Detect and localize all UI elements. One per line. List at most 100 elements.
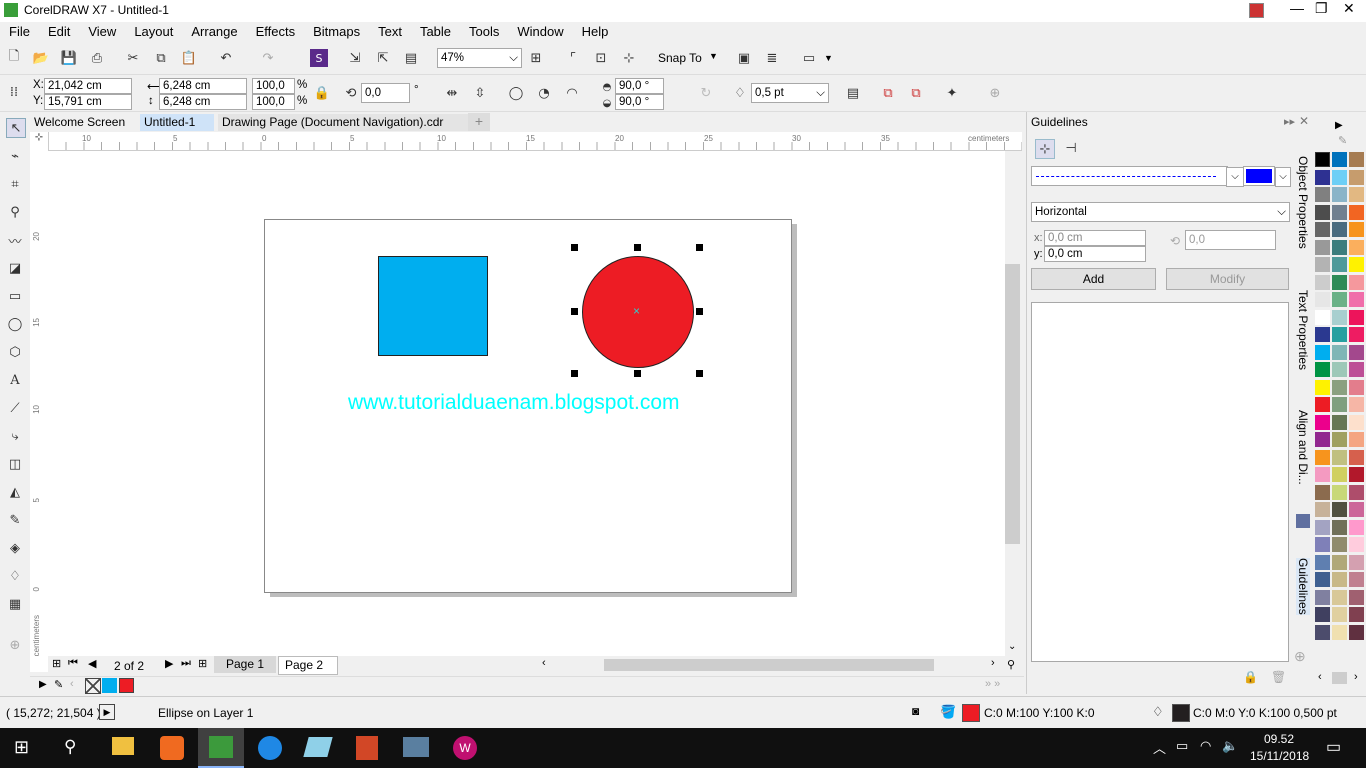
tab-welcome-screen[interactable]: Welcome Screen: [30, 114, 129, 131]
status-expand-icon[interactable]: ▶: [99, 704, 115, 720]
rectangle-tool-icon[interactable]: ▭: [6, 287, 24, 305]
palette-swatch[interactable]: [1315, 204, 1330, 220]
palette-swatch[interactable]: [1349, 292, 1364, 307]
guideline-lock-icon[interactable]: ⊣: [1062, 139, 1080, 157]
line-style-arrow-icon[interactable]: ⌵: [1226, 167, 1244, 187]
palette-swatch[interactable]: [1315, 607, 1330, 622]
ruler-origin[interactable]: ⊹: [30, 132, 49, 151]
palette-swatch[interactable]: [1349, 274, 1364, 290]
palette-swatch[interactable]: [1332, 379, 1347, 395]
vertical-scroll-thumb[interactable]: [1005, 264, 1020, 544]
palette-swatch[interactable]: [1315, 169, 1330, 185]
palette-swatch[interactable]: [1349, 327, 1364, 342]
no-color-swatch[interactable]: [85, 678, 101, 694]
doc-swatch-blue[interactable]: [102, 678, 117, 693]
palette-swatch[interactable]: [1315, 222, 1330, 237]
orientation-select[interactable]: Horizontal ⌵: [1031, 202, 1290, 222]
to-front-icon[interactable]: ⧉: [879, 84, 897, 102]
palette-swatch[interactable]: [1315, 537, 1330, 552]
pick-tool-icon[interactable]: ↖: [6, 118, 26, 138]
palette-swatch[interactable]: [1332, 467, 1347, 482]
palette-swatch[interactable]: [1332, 484, 1347, 500]
palette-swatch[interactable]: [1349, 187, 1364, 202]
palette-swatch[interactable]: [1332, 537, 1347, 552]
drop-shadow-icon[interactable]: ◫: [6, 455, 24, 473]
outline-color-swatch[interactable]: [1172, 704, 1190, 722]
freehand-tool-icon[interactable]: 〰: [6, 231, 24, 250]
transparency-icon[interactable]: ◭: [6, 483, 24, 501]
menu-table[interactable]: Table: [420, 24, 451, 39]
snap-to-arrow-icon[interactable]: ▼: [709, 51, 718, 61]
palette-scroll-right-icon[interactable]: ›: [1354, 671, 1358, 683]
text-tool-icon[interactable]: A: [6, 371, 24, 389]
palette-swatch[interactable]: [1332, 362, 1347, 377]
fill-bucket-icon[interactable]: 🪣: [940, 704, 956, 720]
palette-swatch[interactable]: [1349, 502, 1364, 517]
palette-swatch[interactable]: [1315, 554, 1330, 570]
side-tab-text-properties[interactable]: Text Properties: [1296, 290, 1310, 370]
palette-swatch[interactable]: [1349, 152, 1364, 167]
palette-swatch[interactable]: [1349, 607, 1364, 622]
guide-angle-field[interactable]: 0,0: [1185, 230, 1276, 250]
snap-to-dropdown[interactable]: Snap To: [658, 51, 702, 65]
sync-app-icon[interactable]: [258, 736, 282, 760]
selection-handle[interactable]: [634, 244, 641, 251]
selection-handle[interactable]: [571, 308, 578, 315]
smart-fill-icon[interactable]: ◪: [6, 259, 24, 277]
coreldraw-taskbar-button[interactable]: [198, 728, 244, 768]
minimize-button[interactable]: —: [1290, 0, 1304, 16]
scroll-right-icon[interactable]: ›: [991, 657, 995, 669]
line-style-select[interactable]: [1031, 166, 1228, 186]
menu-bitmaps[interactable]: Bitmaps: [313, 24, 360, 39]
palette-scroll-right-icon[interactable]: » »: [985, 678, 1000, 690]
palette-swatch[interactable]: [1332, 222, 1347, 237]
guidelines-list[interactable]: [1031, 302, 1289, 662]
palette-swatch[interactable]: [1315, 502, 1330, 517]
mirror-vertical-icon[interactable]: ⇳: [471, 84, 489, 102]
side-tab-add-icon[interactable]: ⊕: [1294, 648, 1306, 665]
palette-swatch[interactable]: [1332, 239, 1347, 255]
menu-view[interactable]: View: [88, 24, 116, 39]
close-button[interactable]: ✕: [1343, 0, 1355, 17]
notifications-icon[interactable]: ▭: [1326, 737, 1341, 757]
palette-swatch[interactable]: [1315, 519, 1330, 535]
palette-swatch[interactable]: [1349, 624, 1364, 640]
side-tab-guidelines[interactable]: Guidelines: [1296, 558, 1310, 615]
cut-icon[interactable]: ✂: [124, 49, 142, 67]
palette-swatch[interactable]: [1332, 624, 1347, 640]
next-page-icon[interactable]: ▶: [165, 657, 173, 670]
palette-swatch[interactable]: [1349, 344, 1364, 360]
palette-scroll-thumb[interactable]: [1332, 672, 1347, 684]
lock-ratio-icon[interactable]: 🔒: [313, 84, 331, 102]
new-tab-icon[interactable]: +: [468, 113, 490, 131]
palette-swatch[interactable]: [1332, 554, 1347, 570]
parallel-dimension-icon[interactable]: ⟋: [6, 399, 24, 417]
pie-mode-icon[interactable]: ◔: [535, 84, 553, 102]
add-icon[interactable]: ⊕: [986, 84, 1004, 102]
guide-delete-icon[interactable]: 🗑: [1271, 670, 1286, 684]
palette-swatch[interactable]: [1349, 309, 1364, 325]
palette-swatch[interactable]: [1315, 309, 1330, 325]
palette-swatch[interactable]: [1349, 397, 1364, 412]
docker-expand-icon[interactable]: ▸▸: [1284, 115, 1295, 128]
selection-handle[interactable]: [696, 244, 703, 251]
selection-handle[interactable]: [571, 370, 578, 377]
vertical-scrollbar[interactable]: ⌄: [1005, 151, 1022, 656]
color-styles-icon[interactable]: [1296, 514, 1310, 528]
palette-scroll-left-icon[interactable]: ‹: [1318, 671, 1322, 683]
palette-swatch[interactable]: [1332, 292, 1347, 307]
guide-y-field[interactable]: 0,0 cm: [1044, 246, 1146, 262]
options-icon[interactable]: ▣: [735, 49, 753, 67]
palette-swatch[interactable]: [1349, 379, 1364, 395]
save-icon[interactable]: 💾: [60, 49, 78, 67]
palette-swatch[interactable]: [1332, 449, 1347, 465]
palette-swatch[interactable]: [1315, 344, 1330, 360]
wrap-text-icon[interactable]: ▤: [844, 84, 862, 102]
palette-swatch[interactable]: [1349, 554, 1364, 570]
redo-icon[interactable]: ↷: [259, 49, 277, 67]
ellipse-tool-icon[interactable]: ◯: [6, 315, 24, 333]
start-button-icon[interactable]: ⊞: [14, 737, 29, 758]
arc-mode-icon[interactable]: ◠: [563, 84, 581, 102]
full-screen-icon[interactable]: ⊞: [527, 49, 545, 67]
mirror-horizontal-icon[interactable]: ⇹: [443, 84, 461, 102]
